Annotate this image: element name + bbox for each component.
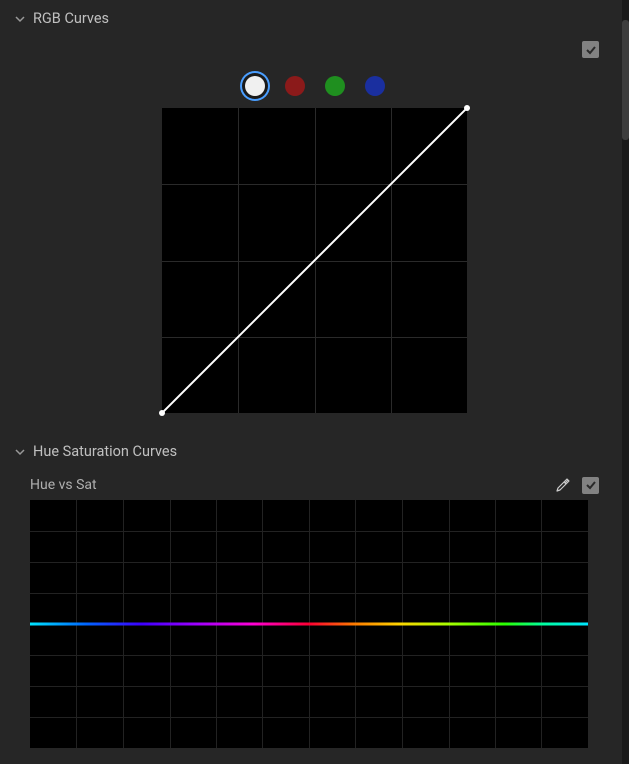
curve-point-end[interactable] bbox=[464, 105, 470, 111]
rgb-curve-line[interactable] bbox=[162, 108, 467, 413]
hue-curve-container bbox=[0, 500, 629, 748]
hsl-curves-title: Hue Saturation Curves bbox=[33, 443, 177, 460]
channel-red[interactable] bbox=[285, 76, 305, 96]
scrollbar-thumb[interactable] bbox=[622, 20, 629, 140]
scrollbar[interactable] bbox=[622, 0, 629, 764]
chevron-down-icon bbox=[15, 14, 25, 24]
rgb-curve-grid[interactable] bbox=[162, 108, 467, 413]
rgb-curve-container bbox=[0, 108, 629, 433]
rgb-enable-checkbox[interactable] bbox=[582, 41, 599, 58]
rgb-curves-header[interactable]: RGB Curves bbox=[0, 0, 629, 35]
hsl-enable-checkbox[interactable] bbox=[582, 477, 599, 494]
channel-blue[interactable] bbox=[365, 76, 385, 96]
hue-vs-sat-header: Hue vs Sat bbox=[0, 468, 629, 500]
eyedropper-icon[interactable] bbox=[554, 476, 572, 494]
hsl-curves-header[interactable]: Hue Saturation Curves bbox=[0, 433, 629, 468]
rgb-curves-title: RGB Curves bbox=[33, 10, 109, 27]
rgb-curves-panel: RGB Curves bbox=[0, 0, 629, 433]
hue-curve-grid[interactable] bbox=[30, 500, 588, 748]
channel-green[interactable] bbox=[325, 76, 345, 96]
hue-tools bbox=[554, 476, 599, 494]
channel-selectors bbox=[0, 58, 629, 108]
curve-point-start[interactable] bbox=[159, 410, 165, 416]
chevron-down-icon bbox=[15, 447, 25, 457]
rgb-toggle-row bbox=[0, 35, 629, 58]
channel-white[interactable] bbox=[245, 76, 265, 96]
hue-vs-sat-label: Hue vs Sat bbox=[30, 477, 97, 493]
hue-curve-line[interactable] bbox=[30, 623, 588, 626]
hsl-curves-panel: Hue Saturation Curves Hue vs Sat bbox=[0, 433, 629, 748]
